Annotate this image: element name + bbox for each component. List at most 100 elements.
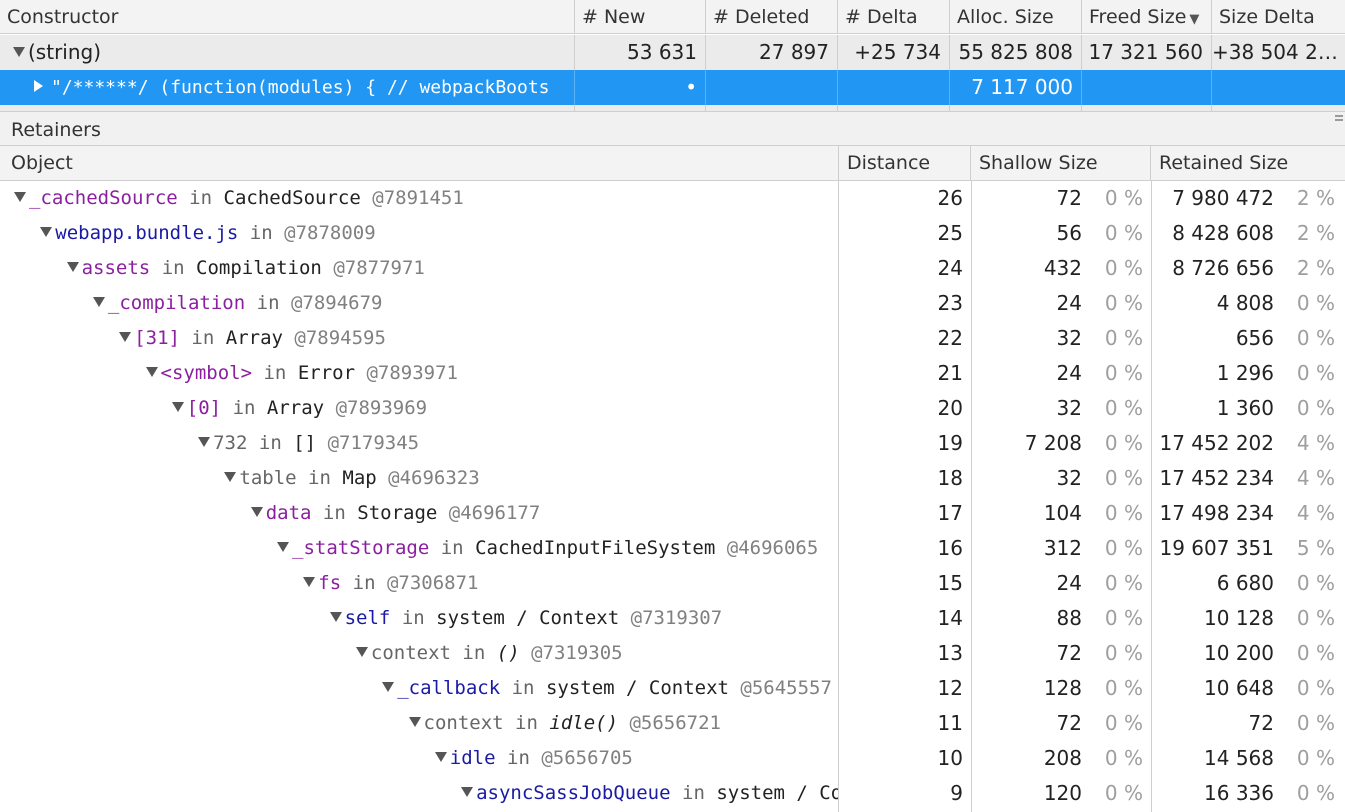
retainer-object-id: @4696177 — [448, 502, 541, 524]
retainer-in-label: in — [322, 502, 346, 524]
retainer-object-id: @4696065 — [726, 537, 819, 559]
column-header-object[interactable]: Object — [0, 146, 839, 180]
retainer-row[interactable]: self in system / Context @7319307 14 88 0 %… — [0, 601, 1345, 636]
retainer-row[interactable]: <symbol> in Error @7893971 21 24 0 % 1 296 0 … — [0, 356, 1345, 391]
retainer-object-id: @7894595 — [294, 327, 386, 349]
alloc-size: 55 825 808 — [950, 35, 1082, 70]
distance-value: 14 — [937, 606, 963, 630]
retainer-in-label: in — [232, 397, 256, 419]
retainer-object: idle in @5656705 — [0, 741, 838, 776]
retained-size-percent: 0 % — [1296, 781, 1335, 805]
retainer-row[interactable]: assets in Compilation @7877971 24 432 0 % 8 … — [0, 251, 1345, 286]
expand-triangle-icon[interactable] — [461, 786, 474, 797]
distance-value: 9 — [950, 781, 963, 805]
retainer-row[interactable]: _cachedSource in CachedSource @7891451 26… — [0, 181, 1345, 216]
expand-triangle-icon[interactable] — [40, 226, 53, 237]
retainer-row[interactable]: _statStorage in CachedInputFileSystem @4… — [0, 531, 1345, 566]
retainer-in-label: in — [511, 677, 535, 699]
retainer-row[interactable]: context in () @7319305 13 72 0 % 10 200 0 % — [0, 636, 1345, 671]
column-header-constructor[interactable]: Constructor — [0, 0, 575, 34]
retainer-row[interactable]: _callback in system / Context @5645557 12… — [0, 671, 1345, 706]
retained-size-percent: 4 % — [1296, 501, 1335, 525]
shallow-size-percent: 0 % — [1104, 221, 1143, 245]
expand-triangle-icon[interactable] — [408, 716, 421, 727]
retained-size-value: 7 980 472 — [1172, 186, 1274, 210]
column-header-distance[interactable]: Distance — [839, 146, 971, 180]
expand-triangle-icon[interactable] — [224, 471, 237, 482]
retainer-row[interactable]: _compilation in @7894679 23 24 0 % 4 808 0 % — [0, 286, 1345, 321]
alloc-size: 7 117 000 — [950, 70, 1082, 105]
expand-triangle-icon[interactable] — [277, 541, 289, 552]
retainer-row[interactable]: webapp.bundle.js in @7878009 25 56 0 % 8 428… — [0, 216, 1345, 251]
retainer-class-name: system / Context — [436, 607, 620, 629]
selected-string-object-row[interactable]: "/******/ (function(modules) { // webpac… — [0, 70, 1345, 105]
distance-value: 13 — [937, 641, 963, 665]
column-header-delta[interactable]: # Delta — [838, 0, 950, 34]
retainer-row[interactable]: table in Map @4696323 18 32 0 % 17 452 234 4 … — [0, 461, 1345, 496]
retainer-class-name: CachedSource — [223, 187, 361, 209]
shallow-size-percent: 0 % — [1104, 571, 1143, 595]
shallow-size-value: 208 — [1043, 746, 1082, 770]
expand-triangle-icon[interactable] — [66, 261, 79, 272]
column-header-deleted[interactable]: # Deleted — [706, 0, 838, 34]
expand-triangle-icon[interactable] — [145, 366, 158, 377]
size-delta: +38 504 2… — [1212, 40, 1338, 64]
retainer-row[interactable]: asyncSassJobQueue in system / Co 9 120 0 %… — [0, 776, 1345, 811]
expand-triangle-icon[interactable] — [250, 506, 263, 517]
retainer-in-label: in — [256, 292, 280, 314]
retainer-object-id: @7319307 — [630, 607, 723, 629]
column-header-shallow-size[interactable]: Shallow Size — [971, 146, 1151, 180]
shallow-size-percent: 0 % — [1104, 361, 1143, 385]
expand-triangle-icon[interactable] — [434, 751, 447, 762]
expand-triangle-icon[interactable] — [14, 191, 26, 202]
shallow-size-value: 72 — [1056, 186, 1082, 210]
retained-size-percent: 0 % — [1296, 396, 1335, 420]
retainer-row[interactable]: context in idle() @5656721 11 72 0 % 72 0 % — [0, 706, 1345, 741]
distance-value: 17 — [937, 501, 963, 525]
constructor-row-string[interactable]: (string) 53 631 27 897 +25 734 55 825 80… — [0, 35, 1345, 70]
shallow-size-percent: 0 % — [1104, 711, 1143, 735]
distance-value: 20 — [937, 396, 963, 420]
collapse-triangle-icon[interactable] — [34, 80, 43, 92]
retainer-row[interactable]: data in Storage @4696177 17 104 0 % 17 498 2… — [0, 496, 1345, 531]
retainer-row[interactable]: 732 in [] @7179345 19 7 208 0 % 17 452 202 4 … — [0, 426, 1345, 461]
expand-triangle-icon[interactable] — [303, 576, 316, 587]
retainer-object: data in Storage @4696177 — [0, 496, 838, 531]
retainer-in-label: in — [515, 712, 538, 734]
retainer-object: assets in Compilation @7877971 — [0, 251, 838, 286]
expand-triangle-icon[interactable] — [198, 436, 211, 447]
retainer-row[interactable]: [0] in Array @7893969 20 32 0 % 1 360 0 % — [0, 391, 1345, 426]
retainer-object: _compilation in @7894679 — [0, 286, 838, 321]
retainer-object-id: @7877971 — [333, 257, 425, 279]
retained-size-value: 10 648 — [1204, 676, 1274, 700]
distance-value: 16 — [937, 536, 963, 560]
expand-triangle-icon[interactable] — [329, 611, 342, 622]
retainer-row[interactable]: [31] in Array @7894595 22 32 0 % 656 0 % — [0, 321, 1345, 356]
column-header-new[interactable]: # New — [575, 0, 706, 34]
expand-triangle-icon[interactable] — [382, 681, 395, 692]
retainer-edge-name: 732 — [213, 432, 248, 454]
retainer-object: [31] in Array @7894595 — [0, 321, 838, 356]
retainers-panel-titlebar[interactable]: Retainers — [0, 111, 1345, 146]
freed-size-label: Freed Size — [1089, 6, 1187, 28]
retainer-in-label: in — [249, 222, 273, 244]
expand-triangle-icon[interactable] — [13, 46, 25, 57]
retainer-row[interactable]: fs in @7306871 15 24 0 % 6 680 0 % — [0, 566, 1345, 601]
expand-triangle-icon[interactable] — [119, 331, 132, 342]
freed-empty — [1082, 70, 1212, 105]
column-header-freed-size[interactable]: Freed Size ▼ — [1082, 0, 1212, 34]
resize-handle-icon[interactable] — [1335, 115, 1343, 127]
retained-size-percent: 0 % — [1296, 571, 1335, 595]
shallow-size-percent: 0 % — [1104, 781, 1143, 805]
column-header-size-delta[interactable]: Size Delta — [1212, 0, 1345, 34]
column-header-alloc-size[interactable]: Alloc. Size — [950, 0, 1082, 34]
expand-triangle-icon[interactable] — [92, 296, 105, 307]
constructor-name-cell: (string) — [0, 35, 575, 70]
retained-size-value: 656 — [1235, 326, 1274, 350]
retainer-edge-name: <symbol> — [160, 362, 253, 384]
retainer-row[interactable]: idle in @5656705 10 208 0 % 14 568 0 % — [0, 741, 1345, 776]
column-header-retained-size[interactable]: Retained Size — [1151, 146, 1345, 180]
expand-triangle-icon[interactable] — [355, 646, 368, 657]
retainer-object: _callback in system / Context @5645557 — [0, 671, 838, 706]
expand-triangle-icon[interactable] — [171, 401, 184, 412]
